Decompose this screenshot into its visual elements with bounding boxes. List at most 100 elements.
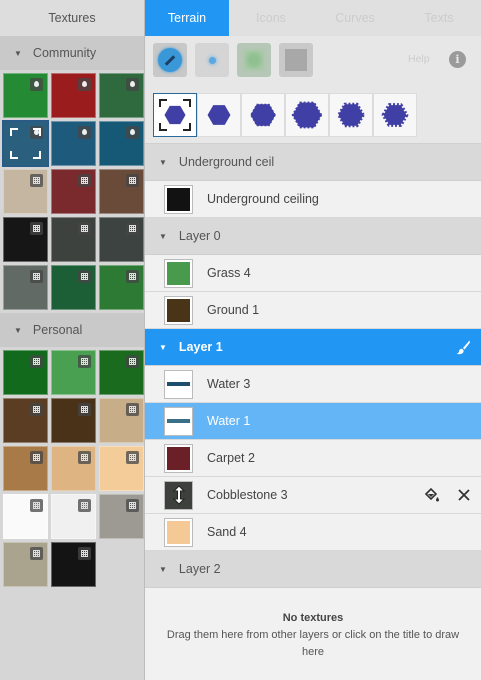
texture-tile[interactable] [99,169,144,214]
empty-layer-placeholder[interactable]: No textures Drag them here from other la… [145,588,481,678]
caret-down-icon: ▼ [159,157,167,167]
tab-curves[interactable]: Curves [313,0,397,36]
texture-row[interactable]: Water 3 [145,366,481,403]
texture-row[interactable]: Ground 1 [145,292,481,329]
square-tool-button[interactable] [279,43,313,77]
texture-tile[interactable] [51,398,96,443]
brush-size-1-button[interactable] [153,93,197,137]
texture-swatch [164,517,193,547]
texture-name: Grass 4 [207,266,251,280]
pattern-icon [78,174,91,187]
layer-title[interactable]: Layer 1 [179,340,223,354]
paint-brush-tool-button[interactable] [153,43,187,77]
layer-title[interactable]: Layer 0 [179,229,221,243]
texture-row[interactable]: Water 1 [145,403,481,440]
hexagon-brush-icon [207,105,231,125]
brush-size-5-button[interactable] [329,93,373,137]
texture-tile[interactable] [51,169,96,214]
texture-tile[interactable] [99,73,144,118]
point-icon [208,56,216,64]
resize-vertical-icon [172,485,185,505]
brush-size-2-button[interactable] [197,93,241,137]
water-drop-icon [126,78,139,91]
layer-header[interactable]: ▼ Layer 2 [145,551,481,588]
soft-brush-icon [244,50,264,70]
texture-name: Water 3 [207,377,251,391]
brush-size-6-button[interactable] [373,93,417,137]
texture-tile[interactable] [3,542,48,587]
soft-brush-tool-button[interactable] [237,43,271,77]
texture-tile[interactable] [3,265,48,310]
texture-name: Ground 1 [207,303,260,317]
texture-tile[interactable] [99,350,144,395]
tab-texts[interactable]: Texts [397,0,481,36]
layer-list: ▼ Underground ceil Underground ceiling ▼ Lay… [145,144,481,588]
texture-swatch [164,443,193,473]
hexagon-brush-icon [381,103,409,127]
paint-bucket-icon[interactable] [423,486,441,504]
texture-group-header[interactable]: ▼ Personal [0,313,144,347]
texture-name: Water 1 [207,414,251,428]
caret-down-icon: ▼ [159,342,167,352]
empty-title: No textures [282,612,344,624]
texture-tile[interactable] [51,265,96,310]
tool-bar: Help i [145,36,481,84]
texture-row[interactable]: Cobblestone 3 [145,477,481,514]
pattern-icon [30,174,43,187]
texture-tile[interactable] [2,120,49,167]
texture-tile[interactable] [51,73,96,118]
texture-swatch [164,406,193,436]
selection-corners-icon [10,128,41,159]
pattern-icon [78,451,91,464]
texture-tile[interactable] [99,217,144,262]
help-link[interactable]: Help [408,53,430,65]
pattern-icon [126,174,139,187]
layer-header[interactable]: ▼ Layer 1 [145,329,481,366]
texture-tile[interactable] [51,542,96,587]
texture-tile[interactable] [51,446,96,491]
caret-down-icon: ▼ [14,48,22,58]
texture-swatch [164,295,193,325]
texture-row[interactable]: Underground ceiling [145,181,481,218]
pattern-icon [30,403,43,416]
brush-size-3-button[interactable] [241,93,285,137]
texture-tile[interactable] [3,217,48,262]
texture-tile[interactable] [3,398,48,443]
texture-tile[interactable] [99,265,144,310]
water-drop-icon [78,78,91,91]
paintbrush-icon[interactable] [455,339,471,355]
texture-row[interactable]: Sand 4 [145,514,481,551]
texture-row[interactable]: Carpet 2 [145,440,481,477]
texture-tile[interactable] [51,217,96,262]
info-icon[interactable]: i [449,51,466,68]
tab-icons[interactable]: Icons [229,0,313,36]
texture-name: Sand 4 [207,525,247,539]
texture-tile[interactable] [51,350,96,395]
texture-tile[interactable] [99,398,144,443]
close-icon[interactable] [457,488,471,502]
texture-tile[interactable] [3,73,48,118]
texture-tile[interactable] [3,350,48,395]
textures-panel-title: Textures [0,0,144,36]
texture-tile[interactable] [3,494,48,539]
point-tool-button[interactable] [195,43,229,77]
texture-tile[interactable] [99,494,144,539]
texture-row[interactable]: Grass 4 [145,255,481,292]
texture-group-header[interactable]: ▼ Community [0,36,144,70]
layer-title[interactable]: Layer 2 [179,562,221,576]
layer-header[interactable]: ▼ Layer 0 [145,218,481,255]
pattern-icon [78,499,91,512]
brush-size-4-button[interactable] [285,93,329,137]
texture-tile[interactable] [3,169,48,214]
hexagon-brush-icon [291,101,323,129]
texture-tile[interactable] [3,446,48,491]
layer-header[interactable]: ▼ Underground ceil [145,144,481,181]
texture-tile[interactable] [99,121,144,166]
texture-swatch [164,258,193,288]
texture-tile[interactable] [99,446,144,491]
texture-tile[interactable] [51,121,96,166]
layer-title[interactable]: Underground ceil [179,155,274,169]
textures-panel: Textures ▼ Community ▼ Personal [0,0,145,680]
tab-terrain[interactable]: Terrain [145,0,229,36]
texture-tile[interactable] [51,494,96,539]
